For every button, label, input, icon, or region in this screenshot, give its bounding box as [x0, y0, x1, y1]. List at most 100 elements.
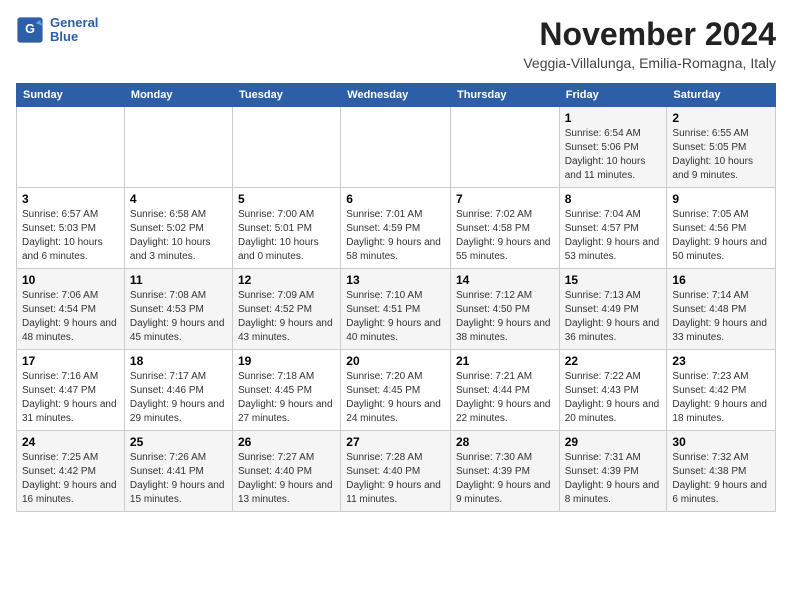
calendar-body: 1 Sunrise: 6:54 AM Sunset: 5:06 PM Daylig… [17, 107, 776, 512]
day-number: 29 [565, 435, 662, 449]
day-info: Sunrise: 7:22 AM Sunset: 4:43 PM Dayligh… [565, 370, 662, 426]
logo: G General Blue [16, 16, 98, 45]
day-number: 12 [238, 273, 335, 287]
header-monday: Monday [124, 84, 232, 107]
day-info: Sunrise: 7:30 AM Sunset: 4:39 PM Dayligh… [456, 451, 554, 507]
day-cell: 16 Sunrise: 7:14 AM Sunset: 4:48 PM Dayli… [667, 269, 776, 350]
day-info: Sunrise: 7:02 AM Sunset: 4:58 PM Dayligh… [456, 208, 554, 264]
logo-text: General Blue [50, 16, 98, 45]
day-cell [450, 107, 559, 188]
day-cell: 18 Sunrise: 7:17 AM Sunset: 4:46 PM Dayli… [124, 350, 232, 431]
logo-line1: General [50, 16, 98, 30]
day-number: 7 [456, 192, 554, 206]
day-number: 13 [346, 273, 445, 287]
top-row: G General Blue November 2024 Veggia-Vill… [16, 16, 776, 79]
day-info: Sunrise: 7:20 AM Sunset: 4:45 PM Dayligh… [346, 370, 445, 426]
day-cell: 28 Sunrise: 7:30 AM Sunset: 4:39 PM Dayli… [450, 431, 559, 512]
day-number: 8 [565, 192, 662, 206]
day-info: Sunrise: 7:26 AM Sunset: 4:41 PM Dayligh… [130, 451, 227, 507]
day-cell: 7 Sunrise: 7:02 AM Sunset: 4:58 PM Daylig… [450, 188, 559, 269]
day-cell: 21 Sunrise: 7:21 AM Sunset: 4:44 PM Dayli… [450, 350, 559, 431]
week-row-2: 3 Sunrise: 6:57 AM Sunset: 5:03 PM Daylig… [17, 188, 776, 269]
day-info: Sunrise: 6:57 AM Sunset: 5:03 PM Dayligh… [22, 208, 119, 264]
day-cell: 12 Sunrise: 7:09 AM Sunset: 4:52 PM Dayli… [233, 269, 341, 350]
day-number: 14 [456, 273, 554, 287]
day-info: Sunrise: 7:21 AM Sunset: 4:44 PM Dayligh… [456, 370, 554, 426]
day-info: Sunrise: 7:08 AM Sunset: 4:53 PM Dayligh… [130, 289, 227, 345]
day-number: 6 [346, 192, 445, 206]
day-info: Sunrise: 7:14 AM Sunset: 4:48 PM Dayligh… [672, 289, 770, 345]
day-cell: 3 Sunrise: 6:57 AM Sunset: 5:03 PM Daylig… [17, 188, 125, 269]
day-info: Sunrise: 7:00 AM Sunset: 5:01 PM Dayligh… [238, 208, 335, 264]
logo-icon: G [16, 16, 44, 44]
day-info: Sunrise: 7:28 AM Sunset: 4:40 PM Dayligh… [346, 451, 445, 507]
day-number: 19 [238, 354, 335, 368]
day-cell: 11 Sunrise: 7:08 AM Sunset: 4:53 PM Dayli… [124, 269, 232, 350]
day-cell: 30Sunrise: 7:32 AM Sunset: 4:38 PM Dayli… [667, 431, 776, 512]
day-info: Sunrise: 6:54 AM Sunset: 5:06 PM Dayligh… [565, 127, 662, 183]
day-info: Sunrise: 7:16 AM Sunset: 4:47 PM Dayligh… [22, 370, 119, 426]
title-block: November 2024 Veggia-Villalunga, Emilia-… [523, 16, 776, 79]
day-info: Sunrise: 7:01 AM Sunset: 4:59 PM Dayligh… [346, 208, 445, 264]
day-cell: 13 Sunrise: 7:10 AM Sunset: 4:51 PM Dayli… [341, 269, 451, 350]
day-number: 11 [130, 273, 227, 287]
day-cell: 19 Sunrise: 7:18 AM Sunset: 4:45 PM Dayli… [233, 350, 341, 431]
day-info: Sunrise: 7:18 AM Sunset: 4:45 PM Dayligh… [238, 370, 335, 426]
day-cell: 23Sunrise: 7:23 AM Sunset: 4:42 PM Dayli… [667, 350, 776, 431]
day-cell: 9Sunrise: 7:05 AM Sunset: 4:56 PM Daylig… [667, 188, 776, 269]
day-number: 4 [130, 192, 227, 206]
day-number: 30 [672, 435, 770, 449]
day-info: Sunrise: 7:10 AM Sunset: 4:51 PM Dayligh… [346, 289, 445, 345]
day-cell [17, 107, 125, 188]
day-info: Sunrise: 7:06 AM Sunset: 4:54 PM Dayligh… [22, 289, 119, 345]
logo-line2: Blue [50, 30, 98, 44]
day-number: 5 [238, 192, 335, 206]
day-cell: 22Sunrise: 7:22 AM Sunset: 4:43 PM Dayli… [559, 350, 667, 431]
day-number: 24 [22, 435, 119, 449]
day-number: 1 [565, 111, 662, 125]
day-cell: 15 Sunrise: 7:13 AM Sunset: 4:49 PM Dayli… [559, 269, 667, 350]
header-friday: Friday [559, 84, 667, 107]
day-info: Sunrise: 7:17 AM Sunset: 4:46 PM Dayligh… [130, 370, 227, 426]
day-cell: 27 Sunrise: 7:28 AM Sunset: 4:40 PM Dayli… [341, 431, 451, 512]
day-number: 27 [346, 435, 445, 449]
day-info: Sunrise: 7:09 AM Sunset: 4:52 PM Dayligh… [238, 289, 335, 345]
day-info: Sunrise: 7:12 AM Sunset: 4:50 PM Dayligh… [456, 289, 554, 345]
day-number: 10 [22, 273, 119, 287]
day-info: Sunrise: 7:25 AM Sunset: 4:42 PM Dayligh… [22, 451, 119, 507]
week-row-5: 24 Sunrise: 7:25 AM Sunset: 4:42 PM Dayli… [17, 431, 776, 512]
month-title: November 2024 [523, 16, 776, 53]
header-tuesday: Tuesday [233, 84, 341, 107]
day-info: Sunrise: 6:55 AM Sunset: 5:05 PM Dayligh… [672, 127, 770, 183]
day-info: Sunrise: 6:58 AM Sunset: 5:02 PM Dayligh… [130, 208, 227, 264]
svg-text:G: G [25, 22, 35, 36]
day-cell: 10 Sunrise: 7:06 AM Sunset: 4:54 PM Dayli… [17, 269, 125, 350]
day-number: 23 [672, 354, 770, 368]
day-cell: 25Sunrise: 7:26 AM Sunset: 4:41 PM Dayli… [124, 431, 232, 512]
day-number: 16 [672, 273, 770, 287]
day-cell: 17Sunrise: 7:16 AM Sunset: 4:47 PM Dayli… [17, 350, 125, 431]
day-cell: 2 Sunrise: 6:55 AM Sunset: 5:05 PM Daylig… [667, 107, 776, 188]
day-number: 2 [672, 111, 770, 125]
day-info: Sunrise: 7:31 AM Sunset: 4:39 PM Dayligh… [565, 451, 662, 507]
day-cell [124, 107, 232, 188]
week-row-1: 1 Sunrise: 6:54 AM Sunset: 5:06 PM Daylig… [17, 107, 776, 188]
day-number: 18 [130, 354, 227, 368]
header-saturday: Saturday [667, 84, 776, 107]
day-info: Sunrise: 7:27 AM Sunset: 4:40 PM Dayligh… [238, 451, 335, 507]
header-wednesday: Wednesday [341, 84, 451, 107]
day-info: Sunrise: 7:13 AM Sunset: 4:49 PM Dayligh… [565, 289, 662, 345]
header-thursday: Thursday [450, 84, 559, 107]
day-cell: 6 Sunrise: 7:01 AM Sunset: 4:59 PM Daylig… [341, 188, 451, 269]
calendar-table: SundayMondayTuesdayWednesdayThursdayFrid… [16, 83, 776, 512]
day-number: 28 [456, 435, 554, 449]
day-cell: 5 Sunrise: 7:00 AM Sunset: 5:01 PM Daylig… [233, 188, 341, 269]
calendar-header: SundayMondayTuesdayWednesdayThursdayFrid… [17, 84, 776, 107]
day-number: 26 [238, 435, 335, 449]
day-cell: 14 Sunrise: 7:12 AM Sunset: 4:50 PM Dayli… [450, 269, 559, 350]
day-number: 21 [456, 354, 554, 368]
day-cell: 26 Sunrise: 7:27 AM Sunset: 4:40 PM Dayli… [233, 431, 341, 512]
day-number: 15 [565, 273, 662, 287]
day-number: 3 [22, 192, 119, 206]
location-subtitle: Veggia-Villalunga, Emilia-Romagna, Italy [523, 55, 776, 71]
